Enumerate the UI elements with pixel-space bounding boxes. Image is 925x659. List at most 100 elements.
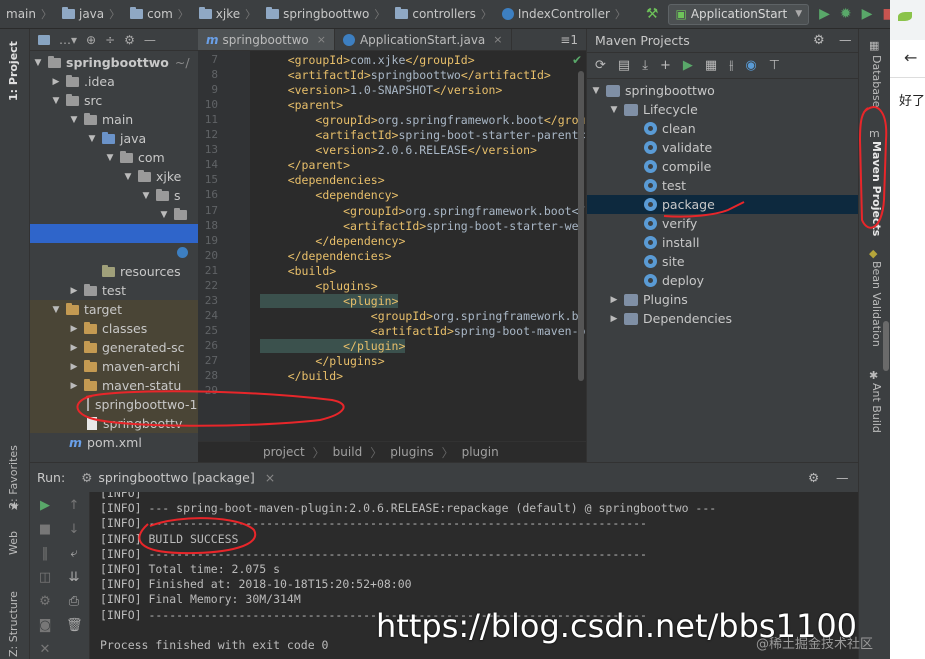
xml-crumb[interactable]: build <box>333 445 363 459</box>
editor-scrollbar[interactable] <box>578 71 584 381</box>
tree-item-resources[interactable]: resources <box>30 262 198 281</box>
run-icon[interactable]: ▶ <box>819 6 830 22</box>
tree-item-maven-status[interactable]: ▶ maven-statu <box>30 376 198 395</box>
maven-goal-test[interactable]: test <box>587 176 858 195</box>
close-icon[interactable]: × <box>493 33 502 46</box>
coverage-icon[interactable]: ▶ <box>862 6 873 22</box>
tree-item-jar[interactable]: springboottwo-1.0-SNAPSHOT.jar <box>30 395 198 414</box>
maven-goal-deploy[interactable]: deploy <box>587 271 858 290</box>
debug-icon[interactable]: ✹ <box>840 6 852 22</box>
rerun-icon[interactable]: ▶ <box>37 498 53 514</box>
tab-bean-validation[interactable]: Bean Validation <box>870 261 883 347</box>
tab-ant-build[interactable]: Ant Build <box>870 383 883 433</box>
breadcrumb-springboottwo[interactable]: springboottwo 〉 <box>266 6 391 22</box>
collapse-icon[interactable]: ÷ <box>105 33 115 47</box>
skip-tests-icon[interactable]: ◉ <box>745 58 756 73</box>
tree-item-com[interactable]: ▼ com <box>30 148 198 167</box>
tab-structure[interactable]: Z: Structure <box>7 591 20 657</box>
tree-item-controllers[interactable]: ▼ <box>30 205 198 224</box>
tree-item-src[interactable]: ▼ src <box>30 91 198 110</box>
up-arrow-icon[interactable]: ↑ <box>66 498 82 514</box>
stop-icon[interactable]: ■ <box>37 522 53 538</box>
xml-crumb[interactable]: plugins <box>390 445 433 459</box>
refresh-icon[interactable]: ⟳ <box>595 58 606 73</box>
maven-goal-validate[interactable]: validate <box>587 138 858 157</box>
maven-goal-clean[interactable]: clean <box>587 119 858 138</box>
close-icon[interactable]: × <box>265 470 275 485</box>
tree-item-classes[interactable]: ▶ classes <box>30 319 198 338</box>
maven-goal-verify[interactable]: verify <box>587 214 858 233</box>
breadcrumb-xjke[interactable]: xjke 〉 <box>198 6 262 22</box>
collapse-icon[interactable]: ⊤ <box>769 58 780 73</box>
back-arrow-icon[interactable]: ← <box>904 48 917 67</box>
locate-icon[interactable]: ⊕ <box>86 33 96 47</box>
code-editor[interactable]: 7 8 9 10 11 12 13 14 15 16 17 18 19 20 21 22 23 24 25 26 27 2… <box>198 51 586 441</box>
camera-icon[interactable]: ◙ <box>37 618 53 634</box>
build-hammer-icon[interactable]: ⚒ <box>646 6 659 22</box>
tree-item-xjke[interactable]: ▼ xjke <box>30 167 198 186</box>
tree-item-test[interactable]: ▶ test <box>30 281 198 300</box>
maven-goal-compile[interactable]: compile <box>587 157 858 176</box>
soft-wrap-icon[interactable]: ⤶ <box>66 546 82 562</box>
tree-item-maven-archiver[interactable]: ▶ maven-archi <box>30 357 198 376</box>
run-icon[interactable]: ▶ <box>683 58 693 73</box>
breadcrumb-indexcontroller[interactable]: IndexController 〉 <box>501 6 632 22</box>
tab-overflow[interactable]: ≡1 <box>552 29 586 50</box>
tree-item-springboottwo-pkg[interactable]: ▼ s <box>30 186 198 205</box>
maven-item-lifecycle[interactable]: ▼ Lifecycle <box>587 100 858 119</box>
maven-goal-site[interactable]: site <box>587 252 858 271</box>
settings-icon[interactable]: ⚙ <box>37 594 53 610</box>
tree-item-java[interactable]: ▼ java <box>30 129 198 148</box>
right-scrollbar[interactable] <box>883 321 889 371</box>
breadcrumb-controllers[interactable]: controllers 〉 <box>395 6 498 22</box>
tree-item-idea[interactable]: ▶ .idea <box>30 72 198 91</box>
tree-item-class[interactable] <box>30 243 198 262</box>
run-config-icon[interactable]: ▦ <box>705 58 717 73</box>
trash-icon[interactable]: 🗑 <box>66 618 83 634</box>
tab-web[interactable]: Web <box>7 531 20 555</box>
tab-database[interactable]: Database <box>870 55 883 108</box>
xml-crumb[interactable]: project <box>263 445 305 459</box>
tab-applicationstart[interactable]: ApplicationStart.java × <box>335 29 512 50</box>
maven-item-project[interactable]: ▼ springboottwo <box>587 81 858 100</box>
gear-icon[interactable]: ⚙ <box>808 470 819 485</box>
generate-sources-icon[interactable]: ▤ <box>618 58 630 73</box>
breadcrumb-com[interactable]: com 〉 <box>130 6 195 22</box>
tree-item-target[interactable]: ▼ target <box>30 300 198 319</box>
tree-item-selected[interactable] <box>30 224 198 243</box>
xml-crumb[interactable]: plugin <box>462 445 499 459</box>
maven-goal-package[interactable]: package <box>587 195 858 214</box>
maven-goal-install[interactable]: install <box>587 233 858 252</box>
print-icon[interactable]: ⎙ <box>66 594 82 610</box>
tree-item-root[interactable]: ▼ springboottwo ~/ <box>30 53 198 72</box>
toggle-offline-icon[interactable]: ⫲ <box>729 58 733 73</box>
hide-icon[interactable]: — <box>144 33 156 47</box>
tab-project[interactable]: 1: Project <box>7 41 20 101</box>
hide-icon[interactable]: — <box>839 32 852 47</box>
maven-item-dependencies[interactable]: ▶ Dependencies <box>587 309 858 328</box>
panel-view-icon[interactable] <box>38 34 50 45</box>
run-config-tab[interactable]: springboottwo [package] <box>98 470 254 485</box>
breadcrumb-main[interactable]: main 〉 <box>6 6 58 22</box>
scroll-to-end-icon[interactable]: ⇊ <box>66 570 82 586</box>
download-icon[interactable]: ⤓ <box>642 58 648 73</box>
stop-icon[interactable]: ■ <box>882 6 890 22</box>
tree-item-jar-original[interactable]: springboottv <box>30 414 198 433</box>
tree-item-generated-sources[interactable]: ▶ generated-sc <box>30 338 198 357</box>
gear-icon[interactable]: ⚙ <box>124 33 135 47</box>
gear-icon[interactable]: ⚙ <box>813 33 825 48</box>
add-icon[interactable]: + <box>660 58 671 73</box>
close-icon[interactable]: × <box>317 33 326 46</box>
tree-item-main[interactable]: ▼ main <box>30 110 198 129</box>
hide-icon[interactable]: — <box>836 470 849 485</box>
pause-icon[interactable]: ‖ <box>37 546 53 562</box>
breadcrumb-java[interactable]: java 〉 <box>61 6 126 22</box>
tab-pom[interactable]: m springboottwo × <box>198 29 335 50</box>
maven-item-plugins[interactable]: ▶ Plugins <box>587 290 858 309</box>
pin-icon[interactable]: ✕ <box>37 642 53 658</box>
tree-item-pom[interactable]: m pom.xml <box>30 433 198 452</box>
ellipsis-icon[interactable]: …▾ <box>59 33 77 47</box>
tab-maven-projects[interactable]: Maven Projects <box>870 141 883 236</box>
run-configuration-select[interactable]: ▣ ApplicationStart ▼ <box>668 3 810 25</box>
down-arrow-icon[interactable]: ↓ <box>66 522 82 538</box>
